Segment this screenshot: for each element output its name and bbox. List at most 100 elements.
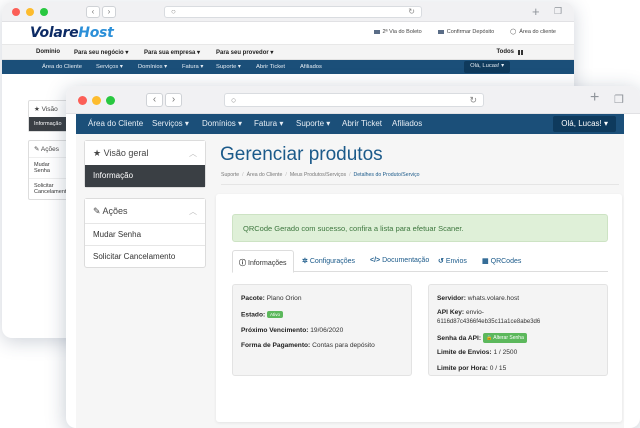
nav-area-cliente[interactable]: Área do Cliente	[42, 64, 82, 70]
volarehost-logo[interactable]: VolareHost	[30, 25, 114, 41]
apikey-value: 6116d87c4366f4eb35c11a1ce8abe3d6	[437, 319, 541, 325]
breadcrumb-detalhes: Detalhes do Produto/Serviço	[353, 172, 420, 178]
status-badge: Ativo	[267, 311, 284, 318]
sidebar-item-cancelamento[interactable]: Solicitar Cancelamento	[85, 245, 205, 267]
nav-abrir-ticket[interactable]: Abrir Ticket	[342, 119, 382, 128]
actions-panel-header[interactable]: ✎ Ações ︿	[85, 199, 205, 223]
browser-toolbar: ‹ › ○ ↻ + ❐	[2, 2, 574, 22]
maximize-window-button[interactable]	[106, 96, 115, 105]
history-icon: ↺	[438, 258, 444, 265]
address-bar[interactable]: ○ ↻	[164, 6, 422, 18]
close-window-button[interactable]	[78, 96, 87, 105]
code-icon: </>	[370, 257, 381, 264]
nav-abrir-ticket[interactable]: Abrir Ticket	[256, 64, 285, 70]
nav-dominios[interactable]: Domínios ▾	[138, 64, 167, 70]
tabs-overview-icon[interactable]: ❐	[614, 93, 624, 106]
todos-button[interactable]: Todos	[496, 49, 514, 55]
site-header: VolareHost 2ª Via do Boleto Confirmar De…	[2, 22, 574, 44]
new-tab-icon[interactable]: +	[590, 89, 599, 107]
sidebar-item-mudar-senha[interactable]: Mudar Senha	[85, 223, 205, 245]
limite-envios-row: Limite de Envios: 1 / 2500	[437, 349, 518, 356]
product-info-box: Pacote: Plano Orion Estado: Ativo Próxim…	[232, 284, 412, 376]
header-link-area-cliente[interactable]: ◯ Área do cliente	[510, 29, 556, 35]
limite-hora-row: Limite por Hora: 0 / 15	[437, 365, 507, 372]
sidebar-item-cancelamento[interactable]: Solicitar Cancelamento	[29, 178, 69, 199]
nav-fatura[interactable]: Fatura ▾	[254, 119, 283, 128]
divider	[221, 184, 619, 185]
chevron-up-icon[interactable]: ︿	[189, 206, 197, 217]
pagamento-row: Forma de Pagamento: Contas para depósito	[241, 342, 375, 349]
user-menu[interactable]: Olá, Lucas! ▾	[464, 61, 510, 73]
forward-arrow-icon[interactable]: ›	[165, 93, 182, 107]
qrcode-icon: ▦	[482, 258, 489, 265]
breadcrumb-produtos[interactable]: Meus Produtos/Serviços	[290, 172, 346, 178]
cogs-icon: ✲	[302, 258, 308, 265]
nav-dominios[interactable]: Domínios ▾	[202, 119, 242, 128]
nav-servicos[interactable]: Serviços ▾	[96, 64, 123, 70]
header-link-boleto[interactable]: 2ª Via do Boleto	[373, 29, 422, 35]
star-icon: ★	[93, 148, 104, 158]
client-nav: Área do Cliente Serviços ▾ Domínios ▾ Fa…	[2, 60, 574, 74]
tabs-overview-icon[interactable]: ❐	[554, 6, 562, 17]
overview-panel-header[interactable]: ★ Visão geral ︿	[85, 141, 205, 165]
minimize-window-button[interactable]	[26, 8, 34, 16]
nav-area-cliente[interactable]: Área do Cliente	[88, 119, 143, 128]
new-tab-icon[interactable]: +	[532, 4, 540, 19]
address-bar[interactable]: ○ ↻	[224, 93, 484, 107]
breadcrumb: Suporte / Área do Cliente / Meus Produtos/Se…	[221, 172, 420, 178]
search-icon: ○	[231, 95, 237, 105]
maximize-window-button[interactable]	[40, 8, 48, 16]
chevron-up-icon[interactable]: ︿	[189, 148, 197, 159]
page-body: ★ Visão geral ︿ Informação ✎ Ações ︿ Mud…	[76, 134, 624, 428]
sidebar-item-informacao[interactable]: Informação	[85, 165, 205, 187]
header-links: 2ª Via do Boleto Confirmar Depósito ◯ Áre…	[373, 29, 556, 35]
nav-afiliados[interactable]: Afiliados	[392, 119, 422, 128]
breadcrumb-area-cliente[interactable]: Área do Cliente	[247, 172, 283, 178]
estado-row: Estado: Ativo	[241, 311, 284, 318]
tab-envios[interactable]: ↺ Envios	[432, 250, 473, 272]
info-icon: ⓘ	[239, 260, 246, 267]
breadcrumb-suporte[interactable]: Suporte	[221, 172, 239, 178]
tab-informacoes[interactable]: ⓘ Informações	[232, 250, 294, 273]
menu-dominio[interactable]: Domínio	[36, 49, 60, 55]
tab-configuracoes[interactable]: ✲ Configurações	[296, 250, 361, 272]
front-browser-window: ‹ › ○ ↻ + ❐ Área do Cliente Serviços ▾ D…	[66, 86, 640, 428]
sidebar-item-informacao[interactable]: Informação	[29, 117, 69, 131]
tab-qrcodes[interactable]: ▦ QRCodes	[476, 250, 527, 272]
user-menu[interactable]: Olá, Lucas! ▾	[553, 116, 616, 132]
client-nav: Área do Cliente Serviços ▾ Domínios ▾ Fa…	[76, 114, 624, 134]
reload-icon[interactable]: ↻	[408, 7, 415, 17]
main-menu: Domínio Para seu negócio ▾ Para sua empr…	[2, 44, 574, 60]
tab-documentacao[interactable]: </> Documentação	[364, 250, 435, 272]
back-sidebar: ★ Visão Informação ✎ Ações Mudar Senha S…	[28, 100, 70, 208]
vencimento-row: Próximo Vencimento: 19/06/2020	[241, 327, 344, 334]
reload-icon[interactable]: ↻	[469, 94, 477, 106]
minimize-window-button[interactable]	[92, 96, 101, 105]
sidebar-item-mudar-senha[interactable]: Mudar Senha	[29, 157, 69, 178]
close-window-button[interactable]	[12, 8, 20, 16]
overview-panel: ★ Visão Informação	[28, 100, 70, 132]
product-tabs: ⓘ Informações ✲ Configurações </> Documenta…	[232, 250, 608, 273]
search-icon: ○	[171, 7, 176, 16]
menu-empresa[interactable]: Para sua empresa ▾	[144, 49, 200, 56]
nav-suporte[interactable]: Suporte ▾	[216, 64, 241, 70]
nav-fatura[interactable]: Fatura ▾	[182, 64, 203, 70]
back-arrow-icon[interactable]: ‹	[86, 6, 100, 18]
header-link-confirmar[interactable]: Confirmar Depósito	[437, 29, 494, 35]
alterar-senha-button[interactable]: 🔒 Alterar Senha	[482, 333, 527, 343]
actions-panel: ✎ Ações ︿ Mudar Senha Solicitar Cancelam…	[84, 198, 206, 268]
menu-negocio[interactable]: Para seu negócio ▾	[74, 49, 128, 56]
nav-servicos[interactable]: Serviços ▾	[152, 119, 189, 128]
success-alert: QRCode Gerado com sucesso, confira a lis…	[232, 214, 608, 242]
forward-arrow-icon[interactable]: ›	[102, 6, 116, 18]
menu-provedor[interactable]: Para seu provedor ▾	[216, 49, 273, 56]
api-info-box: Servidor: whats.volare.host API Key: env…	[428, 284, 608, 376]
nav-suporte[interactable]: Suporte ▾	[296, 119, 330, 128]
nav-afiliados[interactable]: Afiliados	[300, 64, 322, 70]
product-card: QRCode Gerado com sucesso, confira a lis…	[216, 194, 622, 422]
grid-icon[interactable]	[518, 50, 524, 55]
actions-panel: ✎ Ações Mudar Senha Solicitar Cancelamen…	[28, 140, 70, 200]
browser-toolbar: ‹ › ○ ↻ + ❐	[66, 86, 640, 114]
servidor-row: Servidor: whats.volare.host	[437, 295, 520, 302]
back-arrow-icon[interactable]: ‹	[146, 93, 163, 107]
